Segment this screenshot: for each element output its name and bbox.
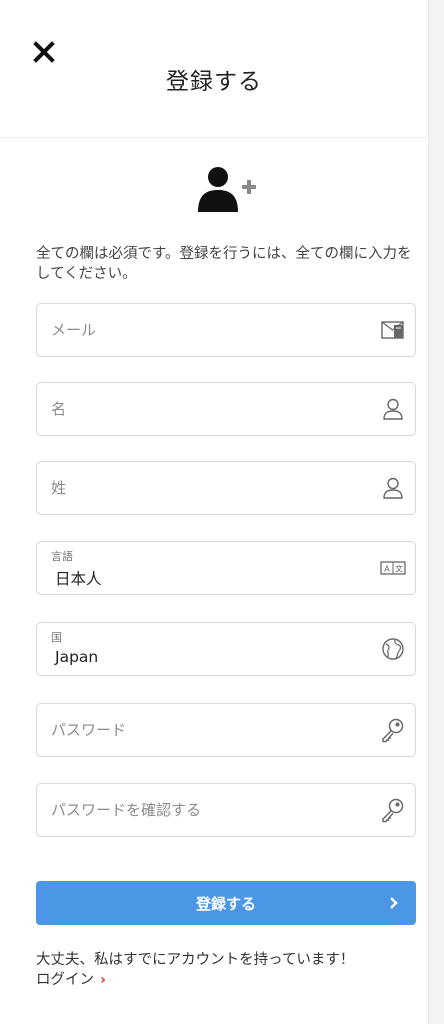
scrollbar-track[interactable]: [428, 0, 444, 1024]
user-icon: [380, 475, 406, 501]
first-name-field[interactable]: 名: [36, 382, 416, 436]
translate-icon: A 文: [380, 555, 406, 581]
close-icon: [33, 41, 55, 63]
user-icon: [380, 396, 406, 422]
confirm-password-field[interactable]: パスワードを確認する: [36, 783, 416, 837]
email-placeholder: メール: [51, 321, 97, 339]
required-fields-notice: 全ての欄は必須です。登録を行うには、全ての欄に入力をしてください。: [36, 246, 412, 282]
svg-text:A: A: [384, 565, 390, 574]
chevron-right-icon: [388, 894, 400, 912]
login-link-label: ログイン: [36, 972, 94, 988]
login-link[interactable]: ログイン ›: [36, 970, 106, 990]
chevron-right-icon: ›: [100, 972, 106, 988]
register-button[interactable]: 登録する: [36, 881, 416, 925]
country-value: Japan: [55, 648, 99, 666]
mail-icon: [380, 317, 406, 343]
first-name-placeholder: 名: [51, 400, 67, 418]
last-name-placeholder: 姓: [51, 479, 67, 497]
last-name-field[interactable]: 姓: [36, 461, 416, 515]
language-value: 日本人: [55, 570, 102, 588]
globe-icon: [380, 636, 406, 662]
svg-text:文: 文: [395, 564, 403, 574]
language-select[interactable]: 言語 日本人 A 文: [36, 541, 416, 595]
page-title: 登録する: [166, 69, 262, 95]
header: 登録する: [0, 0, 428, 138]
password-field[interactable]: パスワード: [36, 703, 416, 757]
register-button-label: 登録する: [195, 895, 256, 913]
country-select[interactable]: 国 Japan: [36, 622, 416, 676]
country-label: 国: [51, 631, 62, 644]
close-button[interactable]: [32, 40, 56, 64]
password-placeholder: パスワード: [51, 721, 127, 739]
add-user-icon: [196, 165, 258, 215]
language-label: 言語: [51, 550, 73, 563]
email-field[interactable]: メール: [36, 303, 416, 357]
confirm-password-placeholder: パスワードを確認する: [51, 801, 202, 819]
already-have-account-text: 大丈夫、私はすでにアカウントを持っています！: [36, 952, 355, 968]
key-icon: [380, 797, 406, 823]
key-icon: [380, 717, 406, 743]
